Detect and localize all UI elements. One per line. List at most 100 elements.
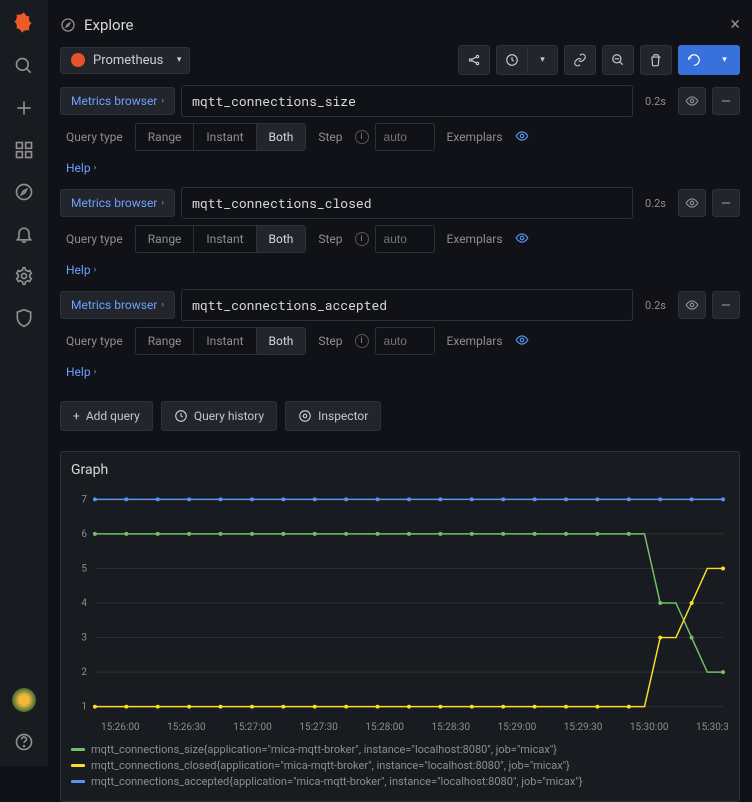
info-icon[interactable]: i bbox=[355, 232, 369, 246]
x-tick-label: 15:27:00 bbox=[233, 722, 272, 733]
panel-title: Graph bbox=[71, 462, 729, 478]
metrics-browser-button[interactable]: Metrics browser › bbox=[60, 189, 175, 217]
svg-text:7: 7 bbox=[81, 494, 87, 505]
plus-icon[interactable] bbox=[12, 96, 36, 120]
shield-icon[interactable] bbox=[12, 306, 36, 330]
query-actions: + Add query Query history Inspector bbox=[60, 401, 740, 431]
x-tick-label: 15:30:3 bbox=[696, 722, 729, 733]
chart-area[interactable]: 1234567 bbox=[71, 488, 729, 718]
toggle-visibility-button[interactable] bbox=[678, 291, 706, 319]
svg-text:3: 3 bbox=[81, 633, 87, 644]
close-icon[interactable]: × bbox=[730, 14, 740, 35]
bell-icon[interactable] bbox=[12, 222, 36, 246]
x-tick-label: 15:26:00 bbox=[101, 722, 140, 733]
inspector-icon bbox=[298, 409, 312, 423]
chevron-right-icon: › bbox=[161, 300, 164, 310]
query-timing: 0.2s bbox=[639, 197, 672, 210]
graph-panel: Graph 1234567 15:26:0015:26:3015:27:0015… bbox=[60, 451, 740, 802]
datasource-picker[interactable]: Prometheus ▾ bbox=[60, 47, 190, 74]
range-option[interactable]: Range bbox=[136, 328, 195, 354]
query-type-label: Query type bbox=[60, 123, 129, 151]
plus-icon: + bbox=[73, 409, 80, 423]
legend-item[interactable]: mqtt_connections_size{application="mica-… bbox=[71, 743, 729, 756]
run-query-button[interactable] bbox=[678, 45, 710, 75]
query-block: Metrics browser › mqtt_connections_close… bbox=[60, 187, 740, 281]
exemplars-toggle[interactable] bbox=[515, 231, 529, 248]
toggle-visibility-button[interactable] bbox=[678, 189, 706, 217]
prometheus-icon bbox=[71, 53, 85, 67]
step-label: Step bbox=[312, 225, 348, 253]
exemplars-toggle[interactable] bbox=[515, 333, 529, 350]
query-input[interactable]: mqtt_connections_accepted bbox=[181, 289, 633, 321]
step-input[interactable] bbox=[375, 327, 435, 355]
range-option[interactable]: Range bbox=[136, 124, 195, 150]
clear-button[interactable] bbox=[640, 45, 672, 75]
page-title: Explore bbox=[84, 16, 134, 34]
query-timing: 0.2s bbox=[639, 95, 672, 108]
metrics-browser-button[interactable]: Metrics browser › bbox=[60, 87, 175, 115]
help-link[interactable]: Help › bbox=[60, 259, 102, 281]
query-history-button[interactable]: Query history bbox=[161, 401, 277, 431]
x-tick-label: 15:29:00 bbox=[498, 722, 537, 733]
remove-query-button[interactable] bbox=[712, 291, 740, 319]
svg-text:5: 5 bbox=[81, 563, 87, 574]
avatar[interactable] bbox=[12, 688, 36, 712]
both-option[interactable]: Both bbox=[257, 226, 306, 252]
query-input[interactable]: mqtt_connections_closed bbox=[181, 187, 633, 219]
query-timing: 0.2s bbox=[639, 299, 672, 312]
dashboards-icon[interactable] bbox=[12, 138, 36, 162]
instant-option[interactable]: Instant bbox=[194, 124, 256, 150]
compass-icon[interactable] bbox=[12, 180, 36, 204]
page-header: Explore × bbox=[60, 8, 740, 41]
both-option[interactable]: Both bbox=[257, 328, 306, 354]
query-block: Metrics browser › mqtt_connections_accep… bbox=[60, 289, 740, 383]
share-button[interactable] bbox=[458, 45, 490, 75]
inspector-button[interactable]: Inspector bbox=[285, 401, 381, 431]
help-link[interactable]: Help › bbox=[60, 361, 102, 383]
time-picker-button[interactable] bbox=[496, 45, 528, 75]
step-label: Step bbox=[312, 327, 348, 355]
datasource-name: Prometheus bbox=[93, 53, 163, 68]
toggle-visibility-button[interactable] bbox=[678, 87, 706, 115]
run-dropdown-button[interactable]: ▾ bbox=[710, 45, 740, 75]
x-tick-label: 15:30:00 bbox=[630, 722, 669, 733]
both-option[interactable]: Both bbox=[257, 124, 306, 150]
grafana-logo-icon[interactable] bbox=[11, 10, 37, 36]
legend-swatch bbox=[71, 780, 85, 783]
x-tick-label: 15:28:00 bbox=[365, 722, 404, 733]
zoom-out-button[interactable] bbox=[602, 45, 634, 75]
info-icon[interactable]: i bbox=[355, 334, 369, 348]
help-link[interactable]: Help › bbox=[60, 157, 102, 179]
gear-icon[interactable] bbox=[12, 264, 36, 288]
info-icon[interactable]: i bbox=[355, 130, 369, 144]
query-input[interactable]: mqtt_connections_size bbox=[181, 85, 633, 117]
search-icon[interactable] bbox=[12, 54, 36, 78]
exemplars-toggle[interactable] bbox=[515, 129, 529, 146]
query-type-toggle: Range Instant Both bbox=[135, 225, 307, 253]
query-type-toggle: Range Instant Both bbox=[135, 327, 307, 355]
chevron-right-icon: › bbox=[161, 198, 164, 208]
query-block: Metrics browser › mqtt_connections_size … bbox=[60, 85, 740, 179]
chevron-down-icon: ▾ bbox=[177, 55, 182, 65]
step-input[interactable] bbox=[375, 123, 435, 151]
svg-text:2: 2 bbox=[81, 667, 87, 678]
instant-option[interactable]: Instant bbox=[194, 226, 256, 252]
query-editor-list: Metrics browser › mqtt_connections_size … bbox=[60, 85, 740, 391]
metrics-browser-button[interactable]: Metrics browser › bbox=[60, 291, 175, 319]
svg-text:1: 1 bbox=[81, 702, 87, 713]
step-input[interactable] bbox=[375, 225, 435, 253]
query-type-toggle: Range Instant Both bbox=[135, 123, 307, 151]
legend-item[interactable]: mqtt_connections_accepted{application="m… bbox=[71, 775, 729, 788]
chevron-right-icon: › bbox=[94, 265, 97, 275]
remove-query-button[interactable] bbox=[712, 87, 740, 115]
x-tick-label: 15:28:30 bbox=[432, 722, 471, 733]
range-option[interactable]: Range bbox=[136, 226, 195, 252]
time-dropdown-button[interactable]: ▾ bbox=[528, 45, 558, 75]
add-query-button[interactable]: + Add query bbox=[60, 401, 153, 431]
link-button[interactable] bbox=[564, 45, 596, 75]
x-tick-label: 15:27:30 bbox=[299, 722, 338, 733]
instant-option[interactable]: Instant bbox=[194, 328, 256, 354]
x-axis-labels: 15:26:0015:26:3015:27:0015:27:3015:28:00… bbox=[71, 722, 729, 733]
help-icon[interactable] bbox=[12, 730, 36, 754]
remove-query-button[interactable] bbox=[712, 189, 740, 217]
